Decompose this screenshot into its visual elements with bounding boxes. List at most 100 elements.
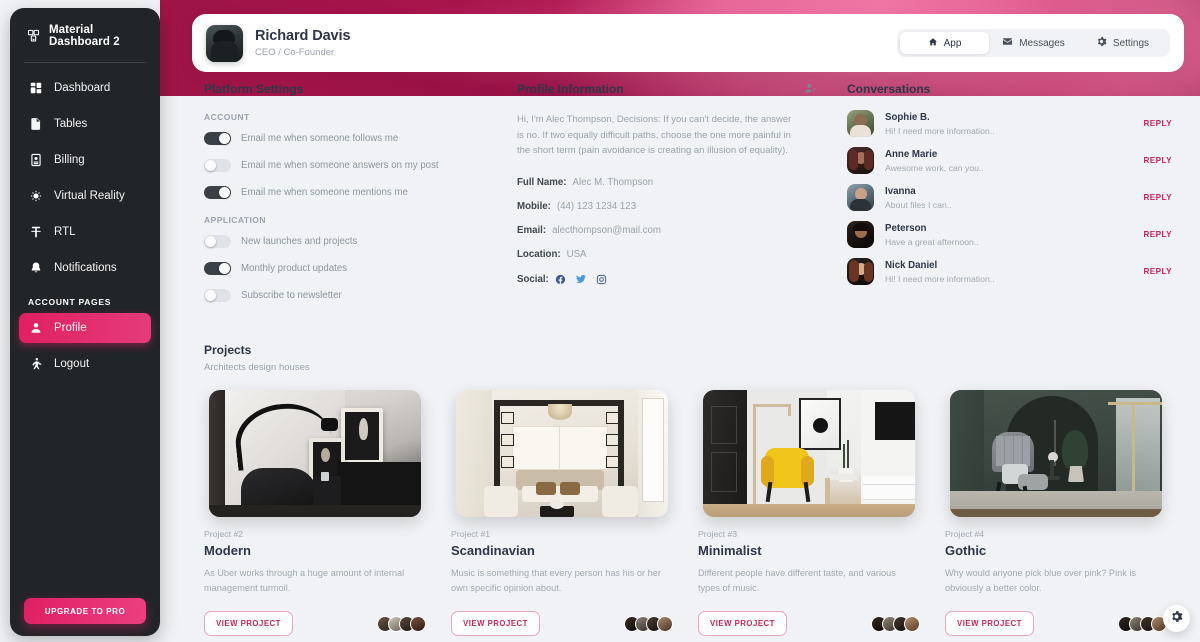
settings-fab[interactable] [1163,605,1190,632]
profile-fields: Full Name: Alec M. Thompson Mobile: (44)… [517,177,817,285]
field-full-name: Full Name: Alec M. Thompson [517,177,817,188]
project-footer: VIEW PROJECT [945,611,1167,636]
sidebar-item-logout[interactable]: Logout [19,349,151,379]
sidebar-item-dashboard[interactable]: Dashboard [19,73,151,103]
toggle-email-mentions-me[interactable] [204,186,231,199]
conversation-message: Awesome work, can you.. [885,162,984,173]
tab-app[interactable]: App [900,32,989,54]
project-image-scandinavian[interactable] [456,390,668,517]
home-icon [928,37,938,50]
avatar [847,258,874,285]
main-content: Richard Davis CEO / Co-Founder App Messa… [176,0,1200,642]
instagram-icon[interactable] [596,274,607,285]
project-image-minimalist[interactable] [703,390,915,517]
project-name: Gothic [945,543,987,558]
view-project-button[interactable]: VIEW PROJECT [945,611,1034,636]
tab-label: Settings [1112,37,1150,49]
toggle-row-follows-me: Email me when someone follows me [204,132,504,145]
profile-information-title: Profile Information [517,82,624,96]
edit-profile-icon[interactable] [804,82,817,100]
profile-bio: Hi, I'm Alec Thompson, Decisions: If you… [517,114,792,157]
view-project-button[interactable]: VIEW PROJECT [698,611,787,636]
tab-settings[interactable]: Settings [1078,32,1167,54]
toggle-monthly-updates[interactable] [204,262,231,275]
toggle-label: Email me when someone answers on my post [241,160,439,171]
sidebar-item-label: RTL [54,226,76,238]
list-item[interactable]: Peterson Have a great afternoon.. REPLY [847,221,1172,248]
profile-information-header: Profile Information [517,82,817,100]
profile-header-card: Richard Davis CEO / Co-Founder App Messa… [192,14,1184,72]
member-avatar-stack [624,615,673,632]
sidebar-item-notifications[interactable]: Notifications [19,253,151,283]
cube-logo-icon [26,29,41,44]
field-label: Mobile: [517,201,551,213]
field-email: Email: alecthompson@mail.com [517,225,817,236]
brand[interactable]: Material Dashboard 2 [10,8,160,62]
facebook-icon[interactable] [555,274,566,285]
tab-messages[interactable]: Messages [989,32,1078,54]
toggle-email-answers-post[interactable] [204,159,231,172]
social-links [555,273,607,285]
field-label: Social: [517,273,549,285]
sidebar-item-label: Profile [54,322,87,334]
person-icon [28,321,43,336]
sidebar-item-tables[interactable]: Tables [19,109,151,139]
sidebar-item-profile[interactable]: Profile [19,313,151,343]
avatar[interactable] [657,615,673,632]
member-avatar-stack [1118,615,1167,632]
sidebar-item-label: Dashboard [54,82,111,94]
project-card: Project #2 Modern As Uber works through … [204,390,426,636]
twitter-icon[interactable] [575,273,587,285]
bell-icon [28,261,43,276]
project-number: Project #4 [945,529,985,539]
project-image-gothic[interactable] [950,390,1162,517]
reply-button[interactable]: REPLY [1143,230,1172,239]
toggle-label: Monthly product updates [241,263,348,274]
reply-button[interactable]: REPLY [1143,119,1172,128]
toggle-row-newsletter: Subscribe to newsletter [204,289,504,302]
avatar[interactable] [904,615,920,632]
view-project-button[interactable]: VIEW PROJECT [451,611,540,636]
project-description: Different people have different taste, a… [698,568,896,593]
projects-title: Projects [204,343,252,357]
conversation-name: Sophie B. [885,111,930,123]
platform-settings-panel: Platform Settings ACCOUNT Email me when … [204,82,504,316]
dashboard-icon [28,81,43,96]
tab-label: App [943,37,962,49]
conversation-name: Peterson [885,222,927,234]
sidebar-item-billing[interactable]: Billing [19,145,151,175]
field-social: Social: [517,273,817,285]
sidebar-item-virtual-reality[interactable]: Virtual Reality [19,181,151,211]
project-description: As Uber works through a huge amount of i… [204,568,405,593]
project-card: Project #1 Scandinavian Music is somethi… [451,390,673,636]
project-number: Project #2 [204,529,244,539]
project-image-modern[interactable] [209,390,421,517]
tab-label: Messages [1019,37,1065,49]
toggle-email-follows-me[interactable] [204,132,231,145]
sidebar-item-rtl[interactable]: RTL [19,217,151,247]
sidebar-divider [24,62,146,63]
profile-identity: Richard Davis CEO / Co-Founder [255,28,351,58]
toggle-row-answers-post: Email me when someone answers on my post [204,159,504,172]
upgrade-to-pro-button[interactable]: UPGRADE TO PRO [24,598,146,624]
profile-role: CEO / Co-Founder [255,47,335,58]
reply-button[interactable]: REPLY [1143,156,1172,165]
avatar[interactable] [410,615,426,632]
projects-subtitle: Architects design houses [204,362,310,373]
reply-button[interactable]: REPLY [1143,267,1172,276]
conversation-name: Ivanna [885,185,916,197]
toggle-subscribe-newsletter[interactable] [204,289,231,302]
field-mobile: Mobile: (44) 123 1234 123 [517,201,817,212]
toggle-label: New launches and projects [241,236,358,247]
view-project-button[interactable]: VIEW PROJECT [204,611,293,636]
conversation-text: Nick Daniel Hi! I need more information.… [885,260,995,284]
list-item[interactable]: Anne Marie Awesome work, can you.. REPLY [847,147,1172,174]
avatar [206,24,243,62]
list-item[interactable]: Ivanna About files I can.. REPLY [847,184,1172,211]
toggle-new-launches[interactable] [204,235,231,248]
list-item[interactable]: Nick Daniel Hi! I need more information.… [847,258,1172,285]
vr-icon [28,189,43,204]
list-item[interactable]: Sophie B. Hi! I need more information.. … [847,110,1172,137]
reply-button[interactable]: REPLY [1143,193,1172,202]
conversation-name: Nick Daniel [885,259,938,271]
